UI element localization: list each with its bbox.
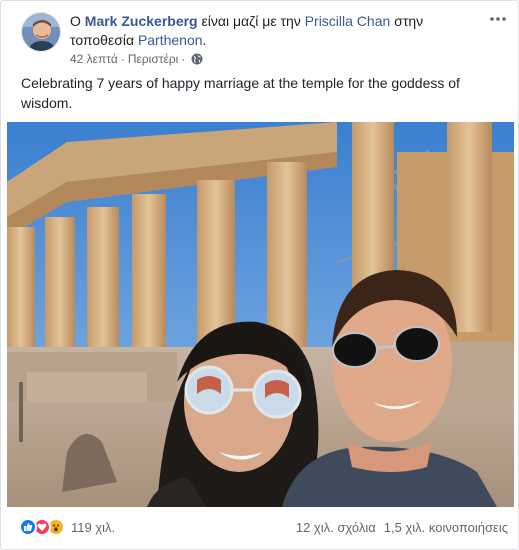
tagged-person-link[interactable]: Priscilla Chan: [305, 13, 391, 29]
post-header: Ο Mark Zuckerberg είναι μαζί με την Pris…: [1, 1, 519, 71]
post-caption: Celebrating 7 years of happy marriage at…: [21, 75, 460, 111]
post-headline: Ο Mark Zuckerberg είναι μαζί με την Pris…: [70, 12, 470, 50]
headline-period: .: [202, 32, 207, 48]
author-name-link[interactable]: Mark Zuckerberg: [85, 13, 198, 29]
post-place[interactable]: Περιστέρι: [128, 52, 179, 66]
post-timestamp[interactable]: 42 λεπτά: [70, 52, 118, 66]
reactions-summary[interactable]: 119 χιλ.: [19, 518, 115, 536]
headline-with-text: είναι μαζί με την: [201, 13, 301, 29]
engagement-stats: 12 χιλ. σχόλια 1,5 χιλ. κοινοποιήσεις: [296, 520, 508, 535]
location-link[interactable]: Parthenon: [138, 32, 203, 48]
feed-post: Ο Mark Zuckerberg είναι μαζί με την Pris…: [0, 0, 519, 550]
globe-icon[interactable]: [191, 53, 203, 65]
comments-count-link[interactable]: 12 χιλ. σχόλια: [296, 520, 376, 535]
reaction-count: 119 χιλ.: [71, 519, 116, 535]
post-footer: 119 χιλ. 12 χιλ. σχόλια 1,5 χιλ. κοινοπο…: [1, 508, 519, 548]
post-photo[interactable]: [7, 122, 514, 507]
meta-separator-2: ·: [181, 52, 186, 66]
post-meta: 42 λεπτά · Περιστέρι ·: [70, 52, 203, 66]
meta-separator: ·: [120, 52, 125, 66]
like-icon: [19, 518, 37, 536]
author-avatar[interactable]: [21, 12, 61, 52]
shares-count-link[interactable]: 1,5 χιλ. κοινοποιήσεις: [384, 520, 508, 535]
more-options-icon[interactable]: [488, 11, 508, 27]
headline-prefix: Ο: [70, 13, 81, 29]
